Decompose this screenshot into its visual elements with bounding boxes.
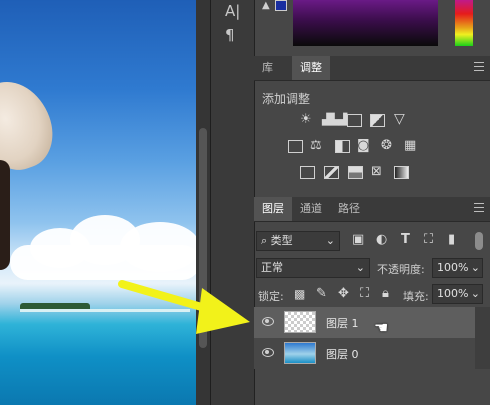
channel-mixer-icon[interactable]: ❂ xyxy=(381,139,392,153)
fg-color-swatch[interactable] xyxy=(275,0,287,11)
panel-menu-icon[interactable] xyxy=(474,203,484,213)
opacity-label: 不透明度: xyxy=(377,263,425,276)
lock-transparent-icon[interactable]: ▩ xyxy=(294,287,305,301)
tab-adjustments[interactable]: 调整 xyxy=(292,56,330,80)
adjustment-filter-icon[interactable]: ◐ xyxy=(376,233,387,247)
hue-saturation-icon[interactable] xyxy=(288,140,303,153)
opacity-input[interactable]: 100% ⌄ xyxy=(432,258,483,278)
vibrance-icon[interactable]: ▽ xyxy=(394,112,405,126)
document-canvas[interactable] xyxy=(0,0,196,405)
lock-artboard-icon[interactable]: ⛶ xyxy=(360,287,369,301)
chevron-down-icon: ⌄ xyxy=(470,287,480,300)
hand-cursor-icon: ☚ xyxy=(374,318,389,337)
type-tool-icon[interactable]: A| xyxy=(225,2,240,20)
lock-image-icon[interactable]: ✎ xyxy=(316,287,327,301)
lock-all-icon[interactable]: 🔒︎ xyxy=(382,287,389,301)
color-spectrum-field[interactable] xyxy=(293,0,438,46)
pixel-filter-icon[interactable]: ▣ xyxy=(352,233,364,247)
hair xyxy=(0,160,10,270)
tab-paths[interactable]: 路径 xyxy=(330,197,368,221)
visibility-eye-icon[interactable] xyxy=(262,317,274,326)
threshold-icon[interactable] xyxy=(348,166,363,179)
annotation-arrow-icon xyxy=(118,280,250,334)
chevron-down-icon: ⌄ xyxy=(325,234,335,247)
selective-color-icon[interactable]: ⊠ xyxy=(371,165,382,179)
tab-library[interactable]: 库 xyxy=(254,56,281,80)
layer-thumbnail xyxy=(284,342,316,364)
alert-icon: ▲ xyxy=(262,0,270,11)
filter-kind-value: 类型 xyxy=(270,234,293,247)
layer-row-selected[interactable]: 图层 1 xyxy=(254,307,475,338)
smart-object-filter-icon[interactable]: ▮ xyxy=(448,233,455,247)
type-filter-icon[interactable]: T xyxy=(401,233,410,247)
layer-name[interactable]: 图层 1 xyxy=(326,315,359,331)
opacity-value: 100% xyxy=(437,261,469,274)
photo-filter-icon[interactable]: ◙ xyxy=(357,139,370,153)
tab-layers[interactable]: 图层 xyxy=(254,197,292,221)
color-balance-icon[interactable]: ⚖ xyxy=(310,139,322,153)
blend-mode-value: 正常 xyxy=(261,261,283,274)
shape-filter-icon[interactable]: ⛶ xyxy=(424,233,433,247)
fill-value: 100% xyxy=(437,287,469,300)
paragraph-icon[interactable]: ¶ xyxy=(225,26,235,44)
fill-input[interactable]: 100% ⌄ xyxy=(432,284,483,304)
layers-scrollbar[interactable] xyxy=(475,307,490,369)
layers-tabbar: 图层 通道 路径 xyxy=(254,197,490,222)
tool-column xyxy=(210,0,255,405)
exposure-icon[interactable] xyxy=(370,114,385,127)
layer-row[interactable]: 图层 0 xyxy=(254,338,475,369)
gradient-map-icon[interactable] xyxy=(394,166,409,179)
hat xyxy=(0,70,64,180)
brightness-icon[interactable]: ☀ xyxy=(300,113,312,127)
black-white-icon[interactable] xyxy=(335,140,350,153)
posterize-icon[interactable] xyxy=(324,166,339,179)
chevron-down-icon: ⌄ xyxy=(470,261,480,274)
filter-toggle[interactable] xyxy=(475,232,483,250)
layer-filter-select[interactable]: ⌕ 类型 ⌄ xyxy=(256,231,340,251)
hue-slider[interactable] xyxy=(455,0,473,46)
lock-label: 锁定: xyxy=(258,290,284,303)
tab-channels[interactable]: 通道 xyxy=(292,197,330,221)
panel-menu-icon[interactable] xyxy=(474,62,484,72)
chevron-down-icon: ⌄ xyxy=(355,261,365,274)
blend-mode-select[interactable]: 正常 ⌄ xyxy=(256,258,370,278)
levels-icon[interactable]: ▟▙▟ xyxy=(322,113,347,127)
invert-icon[interactable] xyxy=(300,166,315,179)
visibility-eye-icon[interactable] xyxy=(262,348,274,357)
adjust-tabbar: 库 调整 xyxy=(254,56,490,81)
layer-thumbnail xyxy=(284,311,316,333)
color-lookup-icon[interactable]: ▦ xyxy=(404,139,416,153)
fill-label: 填充: xyxy=(403,290,429,303)
layer-name[interactable]: 图层 0 xyxy=(326,346,359,362)
curves-icon[interactable] xyxy=(347,114,362,127)
add-adjustment-title: 添加调整 xyxy=(262,92,311,106)
search-icon: ⌕ xyxy=(261,234,271,247)
lock-position-icon[interactable]: ✥ xyxy=(338,287,349,301)
